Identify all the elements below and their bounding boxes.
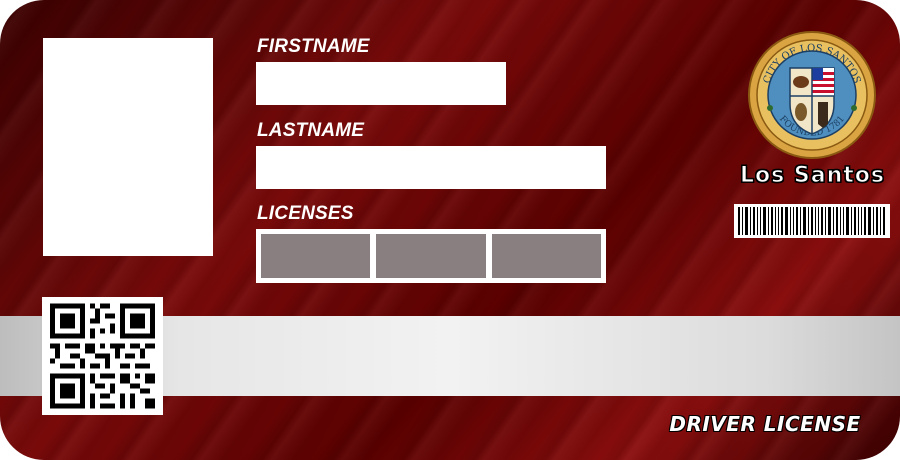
city-name: Los Santos bbox=[740, 163, 885, 189]
firstname-label: FIRSTNAME bbox=[257, 36, 370, 57]
licenses-label: LICENSES bbox=[257, 203, 354, 224]
firstname-field[interactable] bbox=[256, 62, 506, 105]
license-slot[interactable] bbox=[491, 234, 601, 278]
license-slot[interactable] bbox=[376, 234, 486, 278]
document-type-label: DRIVER LICENSE bbox=[669, 412, 861, 436]
barcode-icon bbox=[734, 204, 890, 238]
qr-code-icon bbox=[42, 297, 163, 415]
driver-license-card: FIRSTNAME LASTNAME LICENSES CITY OF LOS … bbox=[0, 0, 900, 460]
license-slot[interactable] bbox=[261, 234, 371, 278]
photo-placeholder bbox=[43, 38, 213, 256]
city-seal-icon: CITY OF LOS SANTOS FOUNDED 1781 bbox=[740, 30, 884, 160]
lastname-label: LASTNAME bbox=[257, 120, 365, 141]
lastname-field[interactable] bbox=[256, 146, 606, 189]
licenses-box bbox=[256, 229, 606, 283]
